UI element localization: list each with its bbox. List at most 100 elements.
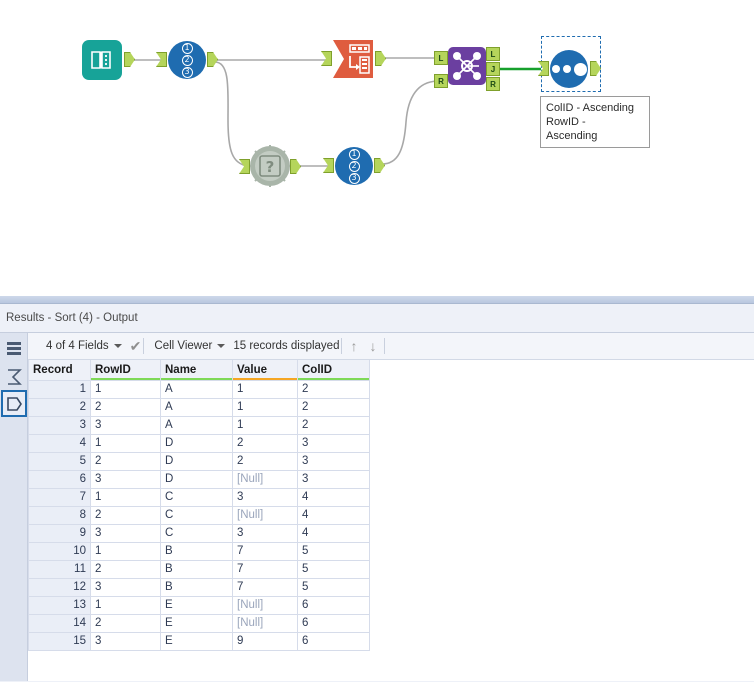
join-port-j-out[interactable]: J <box>486 62 500 76</box>
cell-value[interactable]: [Null] <box>232 469 298 489</box>
cell-name[interactable]: D <box>160 469 233 489</box>
cell-value[interactable]: 1 <box>232 415 298 435</box>
cell-name[interactable]: E <box>160 631 233 651</box>
header-colid[interactable]: ColID <box>297 360 370 381</box>
table-row[interactable]: 93C34 <box>28 523 370 543</box>
cell-name[interactable]: B <box>160 577 233 597</box>
cell-rowid[interactable]: 1 <box>90 379 161 399</box>
table-row[interactable]: 11A12 <box>28 379 370 399</box>
cell-value[interactable]: 1 <box>232 397 298 417</box>
table-row[interactable]: 6 3 D [Null] 3 <box>28 469 370 489</box>
scroll-down-icon[interactable]: ↓ <box>363 338 382 354</box>
cell-colid[interactable]: 3 <box>297 433 370 453</box>
cell-colid[interactable]: 2 <box>297 397 370 417</box>
cell-value[interactable]: 9 <box>232 631 298 651</box>
table-row[interactable]: 33A12 <box>28 415 370 435</box>
fields-selector[interactable]: 4 of 4 Fields <box>38 333 130 359</box>
cell-rowid[interactable]: 3 <box>90 469 161 489</box>
cell-name[interactable]: C <box>160 505 233 525</box>
cell-value[interactable]: [Null] <box>232 613 298 633</box>
cell-value[interactable]: 3 <box>232 523 298 543</box>
cell-rowid[interactable]: 1 <box>90 433 161 453</box>
cell-value[interactable]: [Null] <box>232 595 298 615</box>
cell-rowid[interactable]: 1 <box>90 595 161 615</box>
cell-rowid[interactable]: 3 <box>90 415 161 435</box>
cell-colid[interactable]: 4 <box>297 505 370 525</box>
cell-colid[interactable]: 2 <box>297 415 370 435</box>
cell-value[interactable]: 2 <box>232 433 298 453</box>
table-row[interactable]: 22A12 <box>28 397 370 417</box>
data-rows-icon[interactable] <box>1 336 27 363</box>
header-record[interactable]: Record <box>28 360 91 381</box>
cell-rowid[interactable]: 3 <box>90 577 161 597</box>
table-row[interactable]: 8 2 C [Null] 4 <box>28 505 370 525</box>
cell-value[interactable]: 3 <box>232 487 298 507</box>
cell-name[interactable]: A <box>160 415 233 435</box>
header-name[interactable]: Name <box>160 360 233 381</box>
cell-name[interactable]: E <box>160 613 233 633</box>
cell-colid[interactable]: 3 <box>297 451 370 471</box>
chevron-down-icon[interactable] <box>113 344 122 348</box>
cell-rowid[interactable]: 1 <box>90 487 161 507</box>
workflow-canvas[interactable]: 1 2 3 ? 1 2 3 L R L J R ColID - Ascendin… <box>0 0 754 296</box>
table-row[interactable]: 12 3 B 7 5 <box>28 577 370 597</box>
table-row[interactable]: 13 1 E [Null] 6 <box>28 595 370 615</box>
join-port-r-in[interactable]: R <box>434 74 448 88</box>
cell-value[interactable]: [Null] <box>232 505 298 525</box>
cell-value[interactable]: 1 <box>232 379 298 399</box>
cell-colid[interactable]: 4 <box>297 487 370 507</box>
results-grid-wrap[interactable]: Record RowID Name Value ColID 1 1 A 1 2 … <box>28 360 754 681</box>
cell-name[interactable]: A <box>160 397 233 417</box>
cell-name[interactable]: B <box>160 541 233 561</box>
cell-name[interactable]: C <box>160 487 233 507</box>
table-row[interactable]: 52D23 <box>28 451 370 471</box>
chevron-down-icon[interactable] <box>217 344 226 348</box>
cell-colid[interactable]: 3 <box>297 469 370 489</box>
table-row[interactable]: 14 2 E [Null] 6 <box>28 613 370 633</box>
cell-rowid[interactable]: 3 <box>90 523 161 543</box>
cell-name[interactable]: C <box>160 523 233 543</box>
table-row[interactable]: 10 1 B 7 5 <box>28 541 370 561</box>
scroll-up-icon[interactable]: ↑ <box>344 338 363 354</box>
cell-value[interactable]: 7 <box>232 541 298 561</box>
table-row[interactable]: 11 2 B 7 5 <box>28 559 370 579</box>
cell-rowid[interactable]: 2 <box>90 505 161 525</box>
header-value[interactable]: Value <box>232 360 298 381</box>
node-transpose[interactable] <box>321 39 386 79</box>
cell-rowid[interactable]: 2 <box>90 613 161 633</box>
cell-colid[interactable]: 2 <box>297 379 370 399</box>
cell-name[interactable]: A <box>160 379 233 399</box>
table-row[interactable]: 71C34 <box>28 487 370 507</box>
join-port-l-out[interactable]: L <box>486 47 500 61</box>
cell-colid[interactable]: 6 <box>297 595 370 615</box>
node-join[interactable]: L R L J R <box>434 47 500 91</box>
node-record-id-1[interactable]: 1 2 3 <box>156 41 218 79</box>
check-icon[interactable]: ✔ <box>130 339 142 353</box>
cell-colid[interactable]: 5 <box>297 577 370 597</box>
cell-name[interactable]: D <box>160 451 233 471</box>
node-sort[interactable] <box>538 50 601 88</box>
cell-colid[interactable]: 6 <box>297 631 370 651</box>
cell-rowid[interactable]: 2 <box>90 451 161 471</box>
cell-colid[interactable]: 5 <box>297 541 370 561</box>
cell-value[interactable]: 7 <box>232 559 298 579</box>
cell-value[interactable]: 7 <box>232 577 298 597</box>
sigma-icon[interactable] <box>1 363 27 390</box>
cell-name[interactable]: B <box>160 559 233 579</box>
cell-rowid[interactable]: 2 <box>90 559 161 579</box>
cell-value[interactable]: 2 <box>232 451 298 471</box>
header-rowid[interactable]: RowID <box>90 360 161 381</box>
tag-icon[interactable] <box>0 390 27 417</box>
cell-colid[interactable]: 6 <box>297 613 370 633</box>
cell-rowid[interactable]: 2 <box>90 397 161 417</box>
node-input-data[interactable] <box>82 40 135 80</box>
cell-colid[interactable]: 5 <box>297 559 370 579</box>
cell-rowid[interactable]: 3 <box>90 631 161 651</box>
cell-rowid[interactable]: 1 <box>90 541 161 561</box>
cell-viewer-selector[interactable]: Cell Viewer <box>146 333 233 359</box>
node-unknown-tool[interactable]: ? <box>239 145 301 187</box>
table-row[interactable]: 41D23 <box>28 433 370 453</box>
table-row[interactable]: 15 3 E 9 6 <box>28 631 370 651</box>
cell-colid[interactable]: 4 <box>297 523 370 543</box>
node-record-id-2[interactable]: 1 2 3 <box>323 147 385 185</box>
